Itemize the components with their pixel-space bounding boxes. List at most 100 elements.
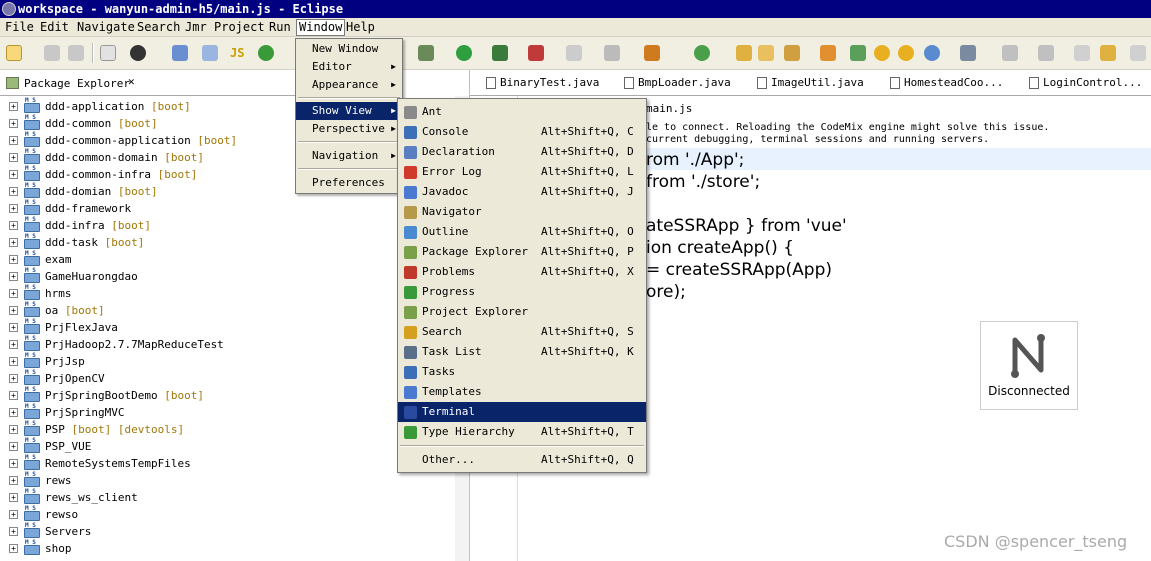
tree-item[interactable]: + M S ddd-task [boot] xyxy=(0,234,460,251)
menu-help[interactable]: Help xyxy=(343,20,378,35)
view-item-package-explorer[interactable]: Package Explorer Alt+Shift+Q, P xyxy=(398,242,646,262)
debug-icon[interactable] xyxy=(418,45,434,61)
expand-icon[interactable]: + xyxy=(9,527,18,536)
view-item-ant[interactable]: Ant xyxy=(398,102,646,122)
codemix-disconnected-widget[interactable]: Disconnected xyxy=(980,321,1078,410)
view-item-project-explorer[interactable]: Project Explorer xyxy=(398,302,646,322)
view-item-javadoc[interactable]: Javadoc Alt+Shift+Q, J xyxy=(398,182,646,202)
menu-item-preferences[interactable]: Preferences xyxy=(296,174,402,192)
open-folder-icon[interactable] xyxy=(758,45,774,61)
expand-icon[interactable]: + xyxy=(9,510,18,519)
editor-tab-imageutil[interactable]: ImageUtil.java xyxy=(757,76,864,89)
expand-icon[interactable]: + xyxy=(9,391,18,400)
view-item-task-list[interactable]: Task List Alt+Shift+Q, K xyxy=(398,342,646,362)
globe-icon[interactable] xyxy=(924,45,940,61)
tree-item[interactable]: + M S Servers xyxy=(0,523,460,540)
view-item-outline[interactable]: Outline Alt+Shift+Q, O xyxy=(398,222,646,242)
skip-breakpoints-icon[interactable] xyxy=(202,45,218,61)
tree-item[interactable]: + M S rews_ws_client xyxy=(0,489,460,506)
expand-icon[interactable]: + xyxy=(9,493,18,502)
editor-tab-homestead[interactable]: HomesteadCoo... xyxy=(890,76,1003,89)
menu-item-appearance[interactable]: Appearance ▶ xyxy=(296,76,402,94)
expand-icon[interactable]: + xyxy=(9,153,18,162)
expand-icon[interactable]: + xyxy=(9,119,18,128)
package-explorer-tab[interactable]: Package Explorer ✕ xyxy=(0,70,300,96)
tree-item[interactable]: + M S exam xyxy=(0,251,460,268)
tree-item[interactable]: + M S rewso xyxy=(0,506,460,523)
menu-search[interactable]: Search xyxy=(134,20,183,35)
prev-annotation-icon[interactable] xyxy=(1038,45,1054,61)
editor-tab-bmploader[interactable]: BmpLoader.java xyxy=(624,76,731,89)
external-tools-icon[interactable] xyxy=(528,45,544,61)
tree-item[interactable]: + M S hrms xyxy=(0,285,460,302)
expand-icon[interactable]: + xyxy=(9,255,18,264)
power-icon[interactable] xyxy=(258,45,274,61)
terminal-icon[interactable] xyxy=(172,45,188,61)
menu-window[interactable]: Window xyxy=(296,19,346,36)
view-item-templates[interactable]: Templates xyxy=(398,382,646,402)
tree-item[interactable]: + M S ddd-infra [boot] xyxy=(0,217,460,234)
menu-run[interactable]: Run xyxy=(266,20,294,35)
expand-icon[interactable]: + xyxy=(9,425,18,434)
editor-tab-logincontrol[interactable]: LoginControl... xyxy=(1029,76,1142,89)
expand-icon[interactable]: + xyxy=(9,187,18,196)
view-item-declaration[interactable]: Declaration Alt+Shift+Q, D xyxy=(398,142,646,162)
view-item-navigator[interactable]: Navigator xyxy=(398,202,646,222)
back-icon[interactable] xyxy=(1100,45,1116,61)
search-icon[interactable] xyxy=(644,45,660,61)
menu-item-perspective[interactable]: Perspective ▶ xyxy=(296,120,402,138)
open-type-icon[interactable] xyxy=(736,45,752,61)
close-icon[interactable]: ✕ xyxy=(128,75,135,88)
view-item-other[interactable]: Other... Alt+Shift+Q, Q xyxy=(398,450,646,470)
new-icon[interactable] xyxy=(6,45,22,61)
profile-icon[interactable] xyxy=(130,45,146,61)
tree-item[interactable]: + M S rews xyxy=(0,472,460,489)
view-item-terminal[interactable]: Terminal xyxy=(398,402,646,422)
help2-icon[interactable] xyxy=(898,45,914,61)
menu-project[interactable]: Project xyxy=(211,20,268,35)
view-item-tasks[interactable]: Tasks xyxy=(398,362,646,382)
tree-item[interactable]: + M S PrjHadoop2.7.7MapReduceTest xyxy=(0,336,460,353)
expand-icon[interactable]: + xyxy=(9,221,18,230)
menu-item-navigation[interactable]: Navigation ▶ xyxy=(296,147,402,165)
view-item-error-log[interactable]: Error Log Alt+Shift+Q, L xyxy=(398,162,646,182)
stop-icon[interactable] xyxy=(566,45,582,61)
tree-item[interactable]: + M S PrjSpringMVC xyxy=(0,404,460,421)
binary-icon[interactable] xyxy=(100,45,116,61)
tree-item[interactable]: + M S ddd-framework xyxy=(0,200,460,217)
expand-icon[interactable]: + xyxy=(9,459,18,468)
deploy-icon[interactable] xyxy=(604,45,620,61)
expand-icon[interactable]: + xyxy=(9,306,18,315)
last-edit-icon[interactable] xyxy=(1074,45,1090,61)
plugin-icon[interactable] xyxy=(850,45,866,61)
expand-icon[interactable]: + xyxy=(9,272,18,281)
menu-item-show-view[interactable]: Show View ▶ xyxy=(296,102,402,120)
expand-icon[interactable]: + xyxy=(9,136,18,145)
menu-item-new-window[interactable]: New Window xyxy=(296,40,402,58)
tree-item[interactable]: + M S PrjSpringBootDemo [boot] xyxy=(0,387,460,404)
save-all-icon[interactable] xyxy=(68,45,84,61)
expand-icon[interactable]: + xyxy=(9,102,18,111)
view-item-progress[interactable]: Progress xyxy=(398,282,646,302)
expand-icon[interactable]: + xyxy=(9,374,18,383)
run-as-icon[interactable] xyxy=(492,45,508,61)
tree-item[interactable]: + M S GameHuarongdao xyxy=(0,268,460,285)
wand-icon[interactable] xyxy=(784,45,800,61)
view-item-search[interactable]: Search Alt+Shift+Q, S xyxy=(398,322,646,342)
tree-item[interactable]: + M S RemoteSystemsTempFiles xyxy=(0,455,460,472)
menu-jmr[interactable]: Jmr xyxy=(182,20,210,35)
menu-file[interactable]: File xyxy=(2,20,37,35)
menu-edit[interactable]: Edit xyxy=(37,20,72,35)
expand-icon[interactable]: + xyxy=(9,170,18,179)
tree-item[interactable]: + M S PSP [boot] [devtools] xyxy=(0,421,460,438)
expand-icon[interactable]: + xyxy=(9,238,18,247)
pencil-icon[interactable] xyxy=(820,45,836,61)
view-item-problems[interactable]: Problems Alt+Shift+Q, X xyxy=(398,262,646,282)
expand-icon[interactable]: + xyxy=(9,340,18,349)
menu-item-editor[interactable]: Editor ▶ xyxy=(296,58,402,76)
js-icon[interactable]: JS xyxy=(230,45,246,61)
tree-item[interactable]: + M S oa [boot] xyxy=(0,302,460,319)
save-icon[interactable] xyxy=(44,45,60,61)
expand-icon[interactable]: + xyxy=(9,544,18,553)
expand-icon[interactable]: + xyxy=(9,204,18,213)
